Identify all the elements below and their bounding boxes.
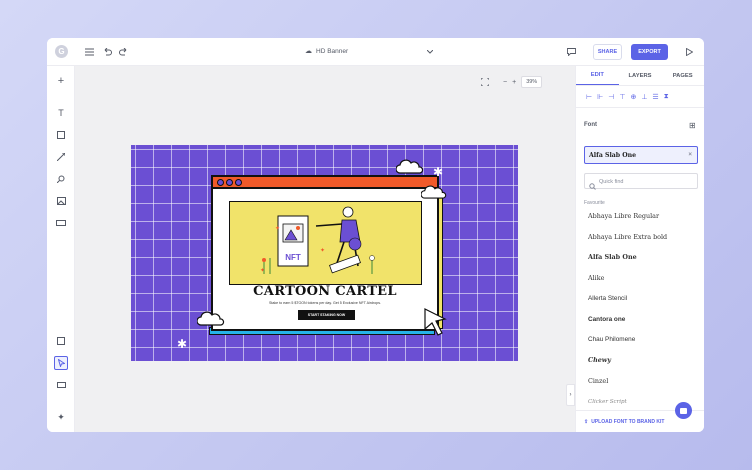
font-item[interactable]: Abhaya Libre Regular xyxy=(576,206,704,227)
clear-icon[interactable]: × xyxy=(688,151,692,158)
redo-icon[interactable] xyxy=(117,46,129,58)
align-top-icon[interactable]: ⊤ xyxy=(619,93,625,101)
upload-icon: ⇪ xyxy=(584,418,589,425)
svg-text:✦: ✦ xyxy=(320,247,325,254)
font-item[interactable]: Chewy xyxy=(576,350,704,371)
cloud-decoration-icon xyxy=(420,185,447,205)
export-button[interactable]: EXPORT xyxy=(631,44,668,60)
sparkle-icon: ✱ xyxy=(177,337,188,351)
chat-icon xyxy=(680,407,687,414)
add-icon[interactable]: + xyxy=(54,74,68,88)
retro-window[interactable]: NFT ✦ ✦ ✦ CARTOON CARTEL Stake to earn 5… xyxy=(211,175,439,331)
cloud-decoration-icon xyxy=(395,159,424,180)
select-tool-icon[interactable] xyxy=(54,356,68,370)
grid-settings-icon[interactable]: ⊞ xyxy=(689,121,696,130)
magic-icon[interactable]: ✦ xyxy=(54,410,68,424)
shape-tool-icon[interactable] xyxy=(54,128,68,142)
window-dot-icon xyxy=(226,178,233,186)
font-item[interactable]: Alfa Slab One xyxy=(576,247,704,268)
spacing-icon[interactable]: ⧗ xyxy=(664,93,669,101)
svg-text:✦: ✦ xyxy=(275,225,280,232)
embed-tool-icon[interactable] xyxy=(54,216,68,230)
app-logo-icon[interactable]: G xyxy=(55,45,68,58)
upload-font-label: UPLOAD FONT TO BRAND KIT xyxy=(591,418,665,425)
cloud-sync-icon: ☁ xyxy=(305,48,312,55)
font-item[interactable]: Abhaya Libre Extra bold xyxy=(576,227,704,248)
font-item[interactable]: Allerta Stencil xyxy=(576,288,704,309)
text-tool-icon[interactable]: T xyxy=(54,106,68,120)
undo-icon[interactable] xyxy=(101,46,113,58)
headline-text[interactable]: CARTOON CARTEL xyxy=(213,284,437,299)
share-button[interactable]: SHARE xyxy=(593,44,622,60)
alignment-toolbar: ⊢ ⊩ ⊣ ⊤ ⊕ ⊥ ☰ ⧗ xyxy=(576,86,704,108)
zoom-in-icon[interactable]: + xyxy=(512,79,516,86)
window-dot-icon xyxy=(235,178,242,186)
fit-screen-icon[interactable] xyxy=(479,76,491,88)
tab-layers[interactable]: LAYERS xyxy=(619,66,662,85)
font-item[interactable]: Cantora one xyxy=(576,309,704,330)
align-middle-icon[interactable]: ⊕ xyxy=(630,93,636,101)
cta-button[interactable]: START STAKING NOW xyxy=(298,310,355,320)
zoom-level[interactable]: 39% xyxy=(521,76,543,88)
line-tool-icon[interactable] xyxy=(54,150,68,164)
editor-window: G ☁ HD Banner SHARE EXPORT + T ✦ − + 39%… xyxy=(47,38,704,432)
subline-text[interactable]: Stake to earn 5 $TOON tokens per day. Ge… xyxy=(213,301,437,305)
chevron-down-icon[interactable] xyxy=(425,47,435,57)
quick-find-input[interactable]: Quick find xyxy=(584,173,698,189)
pen-tool-icon[interactable] xyxy=(54,172,68,186)
tab-pages[interactable]: PAGES xyxy=(661,66,704,85)
font-list: Abhaya Libre Regular Abhaya Libre Extra … xyxy=(576,206,704,411)
cursor-arrow-icon xyxy=(423,307,449,342)
tab-edit[interactable]: EDIT xyxy=(576,66,619,85)
font-item[interactable]: Cinzel xyxy=(576,371,704,392)
align-left-icon[interactable]: ⊢ xyxy=(586,93,592,101)
font-item[interactable]: Alike xyxy=(576,268,704,289)
sparkle-icon: ✱ xyxy=(433,165,444,179)
align-bottom-icon[interactable]: ⊥ xyxy=(641,93,647,101)
font-dropdown[interactable]: Alfa Slab One × xyxy=(584,146,698,164)
document-title[interactable]: ☁ HD Banner xyxy=(305,47,349,56)
nft-label: NFT xyxy=(285,253,301,262)
comment-icon[interactable] xyxy=(565,46,577,58)
properties-panel: EDIT LAYERS PAGES ⊢ ⊩ ⊣ ⊤ ⊕ ⊥ ☰ ⧗ Font ⊞… xyxy=(575,66,704,432)
frame-tool-icon[interactable] xyxy=(54,334,68,348)
align-right-icon[interactable]: ⊣ xyxy=(608,93,614,101)
panel-tabs: EDIT LAYERS PAGES xyxy=(576,66,704,86)
distribute-icon[interactable]: ☰ xyxy=(652,93,658,101)
font-section-label: Font xyxy=(584,122,597,128)
design-artboard[interactable]: NFT ✦ ✦ ✦ CARTOON CARTEL Stake to earn 5… xyxy=(131,145,518,361)
zoom-out-icon[interactable]: − xyxy=(503,79,507,86)
image-tool-icon[interactable] xyxy=(54,194,68,208)
font-item[interactable]: Chau Philomene xyxy=(576,330,704,351)
cloud-decoration-icon xyxy=(196,311,225,332)
nft-illustration: NFT ✦ ✦ ✦ xyxy=(260,206,375,274)
selected-font-text: Alfa Slab One xyxy=(589,152,637,159)
svg-text:✦: ✦ xyxy=(260,267,265,274)
canvas-area[interactable]: − + 39% NFT ✦ ✦ ✦ CARTOON CARTEL Stake t… xyxy=(75,66,575,432)
search-icon xyxy=(589,177,596,195)
window-dot-icon xyxy=(217,178,224,186)
left-toolbar: + T ✦ xyxy=(47,66,75,432)
play-icon[interactable] xyxy=(683,46,695,58)
align-center-h-icon[interactable]: ⊩ xyxy=(597,93,603,101)
illustration-scene[interactable]: NFT ✦ ✦ ✦ xyxy=(229,201,422,285)
top-bar: G ☁ HD Banner SHARE EXPORT xyxy=(47,38,704,66)
keyboard-icon[interactable] xyxy=(54,378,68,392)
panel-collapse-icon[interactable]: › xyxy=(566,384,575,406)
zoom-controls: − + 39% xyxy=(503,75,543,89)
document-title-text: HD Banner xyxy=(316,47,349,55)
chat-support-button[interactable] xyxy=(675,402,692,419)
menu-icon[interactable] xyxy=(83,46,95,58)
